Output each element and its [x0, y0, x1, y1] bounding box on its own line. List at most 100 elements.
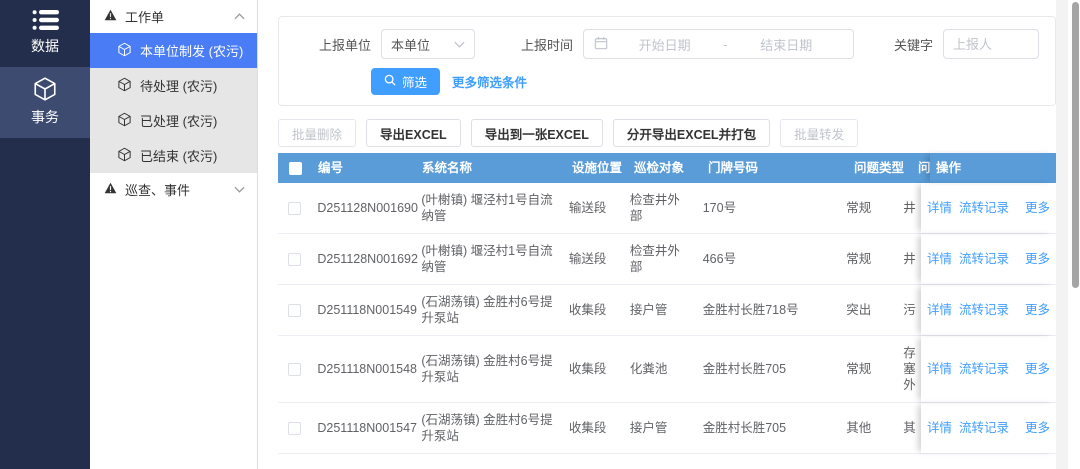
action-flow-record-link[interactable]: 流转记录 [959, 251, 1009, 267]
toolbar-button[interactable]: 导出到一张EXCEL [471, 119, 603, 147]
cell-facility-position: 收集段 [563, 352, 624, 386]
start-date-placeholder: 开始日期 [608, 35, 721, 54]
cube-icon [117, 147, 132, 165]
toolbar-button: 批量转发 [780, 119, 858, 147]
cell-facility-position: 输送段 [563, 242, 624, 276]
sidebar: 工作单 本单位制发 (农污) 待处理 (农污) 已处理 (农污) 已结束 (农污) 巡… [90, 0, 258, 469]
cell-facility-position: 输送段 [563, 191, 624, 225]
cell-problem-desc-truncated: 井 [903, 191, 921, 225]
rail-item-label: 数据 [31, 36, 59, 56]
cell-actions: 详情流转记录更多 [921, 183, 1056, 233]
work-order-table: 编号 系统名称 设施位置 巡检对象 门牌号码 问题类型 问 操作 D251128… [278, 153, 1056, 454]
cell-patrol-target: 化粪池 [624, 352, 697, 386]
row-checkbox[interactable] [288, 422, 301, 435]
sidebar-item-label: 已结束 (农污) [140, 146, 217, 165]
row-checkbox[interactable] [288, 253, 301, 266]
left-rail: 数据 事务 [0, 0, 90, 469]
cell-actions: 详情流转记录更多 [921, 234, 1056, 284]
cell-patrol-target: 接户管 [624, 411, 697, 445]
report-time-range-picker[interactable]: 开始日期 - 结束日期 [583, 29, 854, 59]
action-detail-link[interactable]: 详情 [927, 251, 952, 267]
column-header-actions: 操作 [930, 153, 1056, 183]
cell-id: D251128N001692 [311, 242, 415, 276]
cell-door-number: 金胜村长胜718号 [697, 293, 841, 327]
report-unit-select[interactable]: 本单位 [381, 29, 475, 59]
sidebar-group-workorder[interactable]: 工作单 [90, 0, 257, 33]
cell-problem-desc-truncated: 污 [903, 293, 921, 327]
cell-system-name: (叶榭镇) 堰泾村1号自流纳管 [415, 183, 562, 233]
cell-facility-position: 收集段 [563, 411, 624, 445]
action-flow-record-link[interactable]: 流转记录 [959, 302, 1009, 318]
cell-patrol-target: 检查井外部 [624, 183, 697, 233]
keyword-label: 关键字 [894, 35, 933, 54]
toolbar-button: 批量删除 [278, 119, 356, 147]
toolbar-button[interactable]: 导出EXCEL [366, 119, 461, 147]
sidebar-item[interactable]: 已处理 (农污) [90, 103, 257, 138]
sidebar-item[interactable]: 本单位制发 (农污) [90, 33, 257, 68]
cube-icon [117, 112, 132, 130]
action-flow-record-link[interactable]: 流转记录 [959, 420, 1009, 436]
report-unit-value: 本单位 [391, 35, 430, 54]
action-detail-link[interactable]: 详情 [927, 302, 952, 318]
filter-panel: 上报单位 本单位 上报时间 开始日期 - 结束日期 关键字 [278, 16, 1056, 106]
cell-problem-type: 常规 [840, 242, 903, 276]
sidebar-item-label: 已处理 (农污) [140, 111, 217, 130]
row-checkbox[interactable] [288, 304, 301, 317]
column-header-position: 设施位置 [566, 160, 628, 176]
main-content: 上报单位 本单位 上报时间 开始日期 - 结束日期 关键字 [258, 0, 1080, 469]
warning-triangle-icon [104, 182, 117, 197]
cell-system-name: (叶榭镇) 堰泾村1号自流纳管 [415, 234, 562, 284]
sidebar-group-patrol[interactable]: 巡查、事件 [90, 173, 257, 206]
action-detail-link[interactable]: 详情 [927, 420, 952, 436]
rail-item-affairs[interactable]: 事务 [0, 67, 90, 138]
action-more-link[interactable]: 更多 [1025, 251, 1050, 267]
scrollbar-track [1056, 0, 1068, 469]
cube-icon [32, 76, 58, 102]
cell-problem-desc-truncated: 其 [903, 411, 921, 445]
calendar-icon [594, 36, 608, 53]
table-row: D251118N001547 (石湖荡镇) 金胜村6号提升泵站 收集段 接户管 … [278, 403, 1056, 454]
action-more-link[interactable]: 更多 [1025, 302, 1050, 318]
cell-problem-type: 其他 [840, 411, 903, 445]
action-more-link[interactable]: 更多 [1025, 361, 1050, 377]
keyword-input[interactable] [943, 29, 1039, 59]
sidebar-item[interactable]: 待处理 (农污) [90, 68, 257, 103]
scrollbar-thumb[interactable] [1072, 2, 1079, 288]
submenu-workorder: 本单位制发 (农污) 待处理 (农污) 已处理 (农污) 已结束 (农污) [90, 33, 257, 173]
more-filters-link[interactable]: 更多筛选条件 [452, 72, 527, 91]
cell-actions: 详情流转记录更多 [921, 336, 1056, 402]
action-detail-link[interactable]: 详情 [927, 361, 952, 377]
column-header-system: 系统名称 [416, 160, 566, 176]
cell-door-number: 金胜村长胜705 [697, 352, 841, 386]
rail-item-data[interactable]: 数据 [0, 0, 90, 67]
column-header-type: 问题类型 [848, 160, 912, 176]
filter-button[interactable]: 筛选 [371, 68, 440, 95]
action-flow-record-link[interactable]: 流转记录 [959, 361, 1009, 377]
table-row: D251128N001690 (叶榭镇) 堰泾村1号自流纳管 输送段 检查井外部… [278, 183, 1056, 234]
rail-item-label: 事务 [31, 107, 59, 127]
sidebar-group-label: 巡查、事件 [125, 180, 190, 199]
select-all-checkbox[interactable] [289, 162, 302, 175]
table-row: D251118N001549 (石湖荡镇) 金胜村6号提升泵站 收集段 接户管 … [278, 285, 1056, 336]
cell-id: D251118N001548 [311, 352, 415, 386]
action-flow-record-link[interactable]: 流转记录 [959, 200, 1009, 216]
column-header-target: 巡检对象 [628, 160, 702, 176]
sidebar-item-label: 待处理 (农污) [140, 76, 217, 95]
cell-problem-type: 突出 [840, 293, 903, 327]
row-checkbox[interactable] [288, 363, 301, 376]
action-detail-link[interactable]: 详情 [927, 200, 952, 216]
row-checkbox[interactable] [288, 202, 301, 215]
action-more-link[interactable]: 更多 [1025, 200, 1050, 216]
column-header-desc: 问 [912, 160, 930, 176]
table-row: D251118N001548 (石湖荡镇) 金胜村6号提升泵站 收集段 化粪池 … [278, 336, 1056, 403]
cell-id: D251128N001690 [311, 191, 415, 225]
end-date-placeholder: 结束日期 [730, 35, 843, 54]
cell-problem-desc-truncated: 井 [903, 242, 921, 276]
cell-problem-desc-truncated: 存塞外 [903, 336, 921, 402]
warning-triangle-icon [104, 9, 117, 24]
report-time-label: 上报时间 [521, 35, 573, 54]
action-more-link[interactable]: 更多 [1025, 420, 1050, 436]
column-header-door: 门牌号码 [702, 160, 848, 176]
toolbar-button[interactable]: 分开导出EXCEL并打包 [613, 119, 770, 147]
sidebar-item[interactable]: 已结束 (农污) [90, 138, 257, 173]
